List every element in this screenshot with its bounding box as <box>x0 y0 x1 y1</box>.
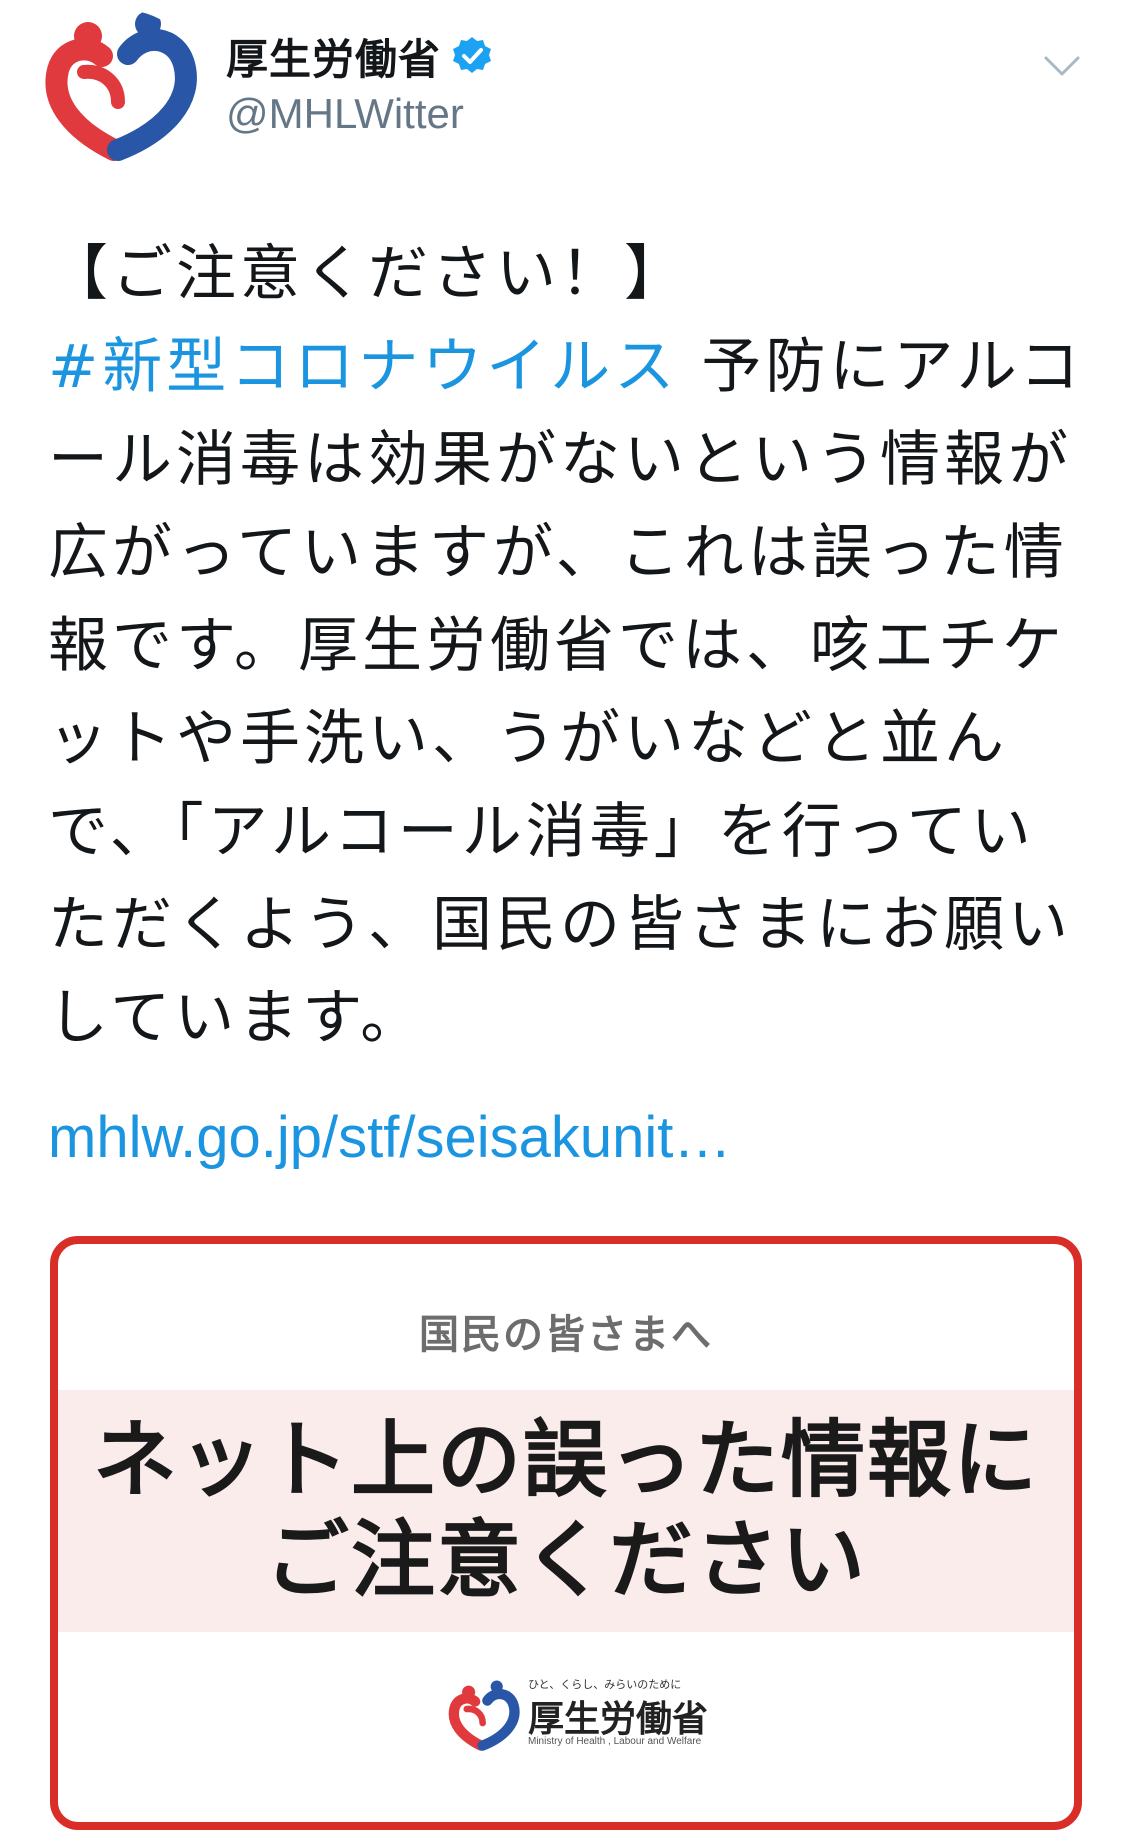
tweet-text-line: しています。 <box>48 972 1048 1065</box>
tweet-text: 【ご注意ください！】 #新型コロナウイルス 予防にアルコ ール消毒は効果がないという… <box>48 228 1080 1065</box>
tweet-text-line: ール消毒は効果がないという情報が <box>48 414 1068 507</box>
tweet-text-segment: 【ご注意ください！】 <box>48 239 688 309</box>
tweet-text-line: 広がっていますが、これは誤った情 <box>48 507 1064 600</box>
tweet-text-segment: で、「アルコール消毒」を行ってい <box>48 797 1035 867</box>
tweet-text-line: 【ご注意ください！】 <box>48 228 1048 321</box>
card-logo-english: Ministry of Health , Labour and Welfare <box>528 1736 702 1747</box>
account-names: 厚生労働省 @MHLWitter <box>226 28 493 138</box>
tweet-text-line: で、「アルコール消毒」を行ってい <box>48 786 1048 879</box>
verified-badge-icon <box>453 37 492 73</box>
chevron-down-icon[interactable] <box>1040 44 1084 88</box>
avatar[interactable] <box>44 10 202 168</box>
mhlw-logo-icon <box>448 1680 520 1751</box>
mhlw-logo-icon <box>45 11 197 161</box>
card-headline-band: ネット上の誤った情報に ご注意ください <box>58 1390 1074 1632</box>
tweet-text-line: 報です。厚生労働省では、咳エチケ <box>48 600 1062 693</box>
tweet-header: 厚生労働省 @MHLWitter <box>0 0 1124 180</box>
card-logo-name: 厚生労働省 <box>528 1699 709 1740</box>
tweet-text-segment: 広がっていますが、これは誤った情 <box>48 518 1068 588</box>
tweet-text-segment: ール消毒は効果がないという情報が <box>48 425 1072 495</box>
card-headline-line-2: ご注意ください <box>264 1511 867 1609</box>
tweet-text-line: #新型コロナウイルス 予防にアルコ <box>48 321 1080 414</box>
card-logo: ひと、くらし、みらいのために 厚生労働省 Ministry of Health … <box>448 1674 708 1764</box>
tweet-text-segment: ただくよう、国民の皆さまにお願い <box>48 890 1072 960</box>
tweet-text-segment: 予防にアルコ <box>678 332 1084 402</box>
display-name[interactable]: 厚生労働省 <box>226 26 441 87</box>
tweet-text-segment: 報です。厚生労働省では、咳エチケ <box>48 611 1066 681</box>
tweet-text-segment: ットや手洗い、うがいなどと並ん <box>48 704 1008 774</box>
card-headline-line-1: ネット上の誤った情報に <box>92 1411 1039 1509</box>
tweet-link[interactable]: mhlw.go.jp/stf/seisakunit… <box>48 1104 731 1171</box>
tweet-text-segment: しています。 <box>48 983 425 1053</box>
hashtag-link[interactable]: #新型コロナウイルス <box>48 332 678 402</box>
media-card-image[interactable]: 国民の皆さまへ ネット上の誤った情報に ご注意ください ひと、くらし、みらいのた… <box>50 1236 1082 1830</box>
card-subtitle: 国民の皆さまへ <box>419 1312 713 1358</box>
account-handle[interactable]: @MHLWitter <box>226 90 493 138</box>
tweet-text-line: ットや手洗い、うがいなどと並ん <box>48 693 1048 786</box>
card-headline: ネット上の誤った情報に ご注意ください <box>58 1410 1074 1610</box>
tweet-text-line: ただくよう、国民の皆さまにお願い <box>48 879 1068 972</box>
